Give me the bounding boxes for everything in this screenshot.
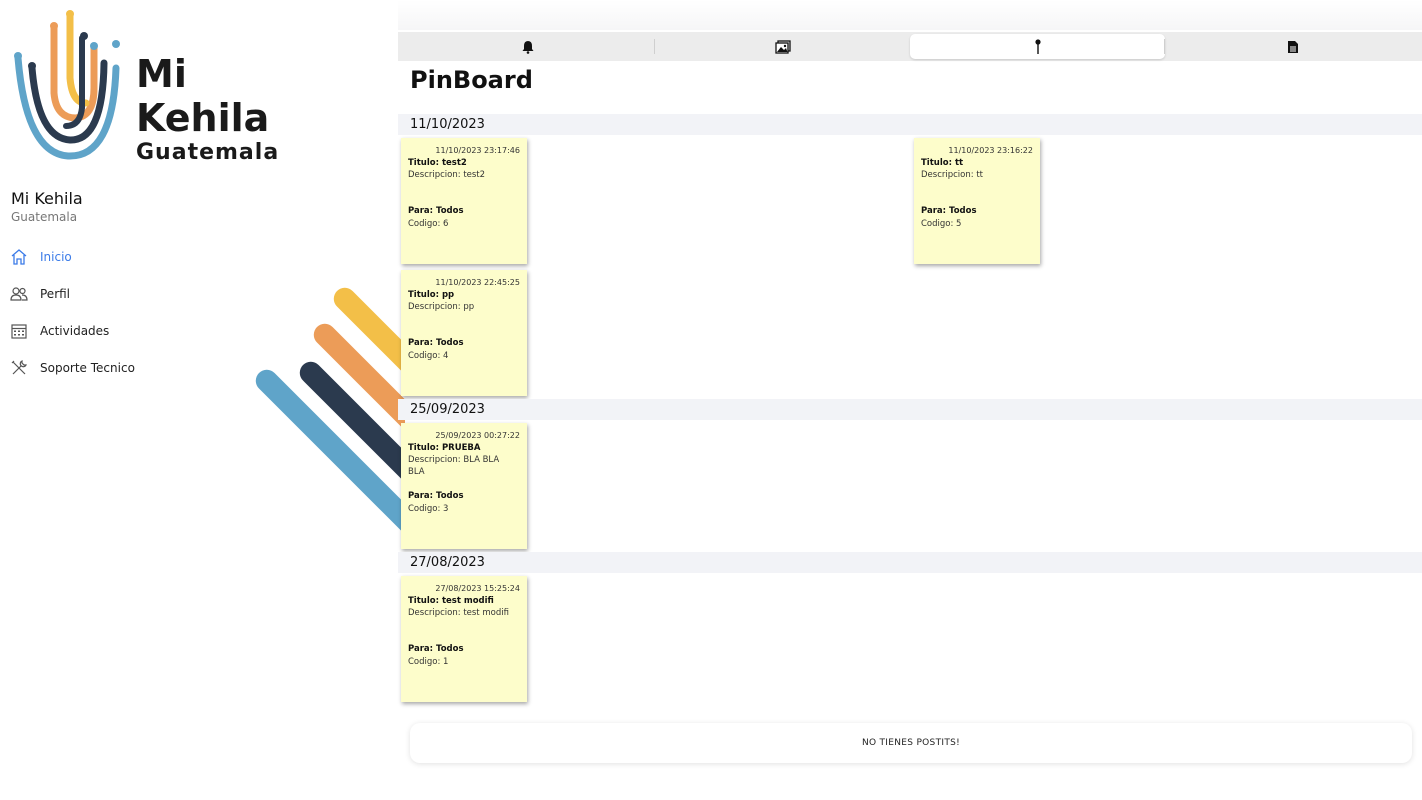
sidebar-item-inicio[interactable]: Inicio — [10, 238, 310, 275]
calendar-icon — [10, 322, 28, 340]
tab-gallery[interactable] — [655, 34, 910, 59]
postit-note[interactable]: 11/10/2023 23:16:22 Titulo: tt Descripci… — [914, 138, 1040, 264]
home-icon — [10, 248, 28, 266]
note-description: Descripcion: tt — [921, 170, 983, 180]
tab-documents[interactable] — [1165, 34, 1420, 59]
note-description: Descripcion: pp — [408, 302, 475, 312]
note-code: Codigo: 6 — [408, 219, 449, 229]
logo-text-kehila: Kehila — [136, 96, 270, 140]
postit-note[interactable]: 25/09/2023 00:27:22 Titulo: PRUEBA Descr… — [401, 423, 527, 549]
note-description: Descripcion: test2 — [408, 170, 486, 180]
bell-icon — [522, 40, 533, 54]
note-timestamp: 11/10/2023 23:17:46 — [435, 146, 520, 155]
sidebar: Mi Kehila Guatemala Mi Kehila Guatemala … — [0, 0, 405, 800]
top-bar — [398, 0, 1422, 30]
note-code: Codigo: 3 — [408, 504, 449, 514]
pin-icon — [1034, 38, 1041, 54]
tab-notifications[interactable] — [400, 34, 655, 59]
sidebar-item-label: Actividades — [40, 323, 110, 338]
tab-pinboard[interactable] — [910, 34, 1165, 59]
logo-text-guatemala: Guatemala — [136, 140, 280, 165]
sidebar-item-label: Inicio — [40, 249, 72, 264]
note-recipient: Para: Todos — [921, 206, 977, 216]
note-timestamp: 27/08/2023 15:25:24 — [435, 584, 520, 593]
note-description: Descripcion: BLA BLA BLA — [408, 455, 500, 477]
note-code: Codigo: 5 — [921, 219, 962, 229]
postit-note[interactable]: 11/10/2023 23:17:46 Titulo: test2 Descri… — [401, 138, 527, 264]
note-timestamp: 11/10/2023 23:16:22 — [948, 146, 1033, 155]
empty-postits-message: NO TIENES POSTITS! — [410, 723, 1412, 763]
note-timestamp: 25/09/2023 00:27:22 — [435, 431, 520, 440]
decorative-stripes — [245, 280, 405, 540]
segmented-tabs — [398, 32, 1422, 61]
sidebar-item-label: Perfil — [40, 286, 71, 301]
users-icon — [10, 285, 28, 303]
note-recipient: Para: Todos — [408, 491, 464, 501]
document-icon — [1287, 40, 1298, 53]
note-title: Titulo: PRUEBA — [408, 443, 481, 453]
section-date-header: 27/08/2023 — [398, 552, 1422, 573]
note-title: Titulo: test2 — [408, 158, 467, 168]
note-description: Descripcion: test modifi — [408, 608, 509, 618]
sidebar-item-label: Soporte Tecnico — [40, 360, 135, 375]
user-subtitle: Guatemala — [11, 210, 78, 224]
image-icon — [774, 39, 791, 54]
note-recipient: Para: Todos — [408, 338, 464, 348]
section-date-header: 11/10/2023 — [398, 114, 1422, 135]
note-recipient: Para: Todos — [408, 206, 464, 216]
section-date-header: 25/09/2023 — [398, 399, 1422, 420]
user-name: Mi Kehila — [11, 189, 83, 208]
note-recipient: Para: Todos — [408, 644, 464, 654]
tools-icon — [10, 359, 28, 377]
note-title: Titulo: tt — [921, 158, 964, 168]
hands-logo-icon — [14, 10, 120, 160]
postit-note[interactable]: 11/10/2023 22:45:25 Titulo: pp Descripci… — [401, 270, 527, 396]
page-title: PinBoard — [410, 66, 533, 94]
note-code: Codigo: 1 — [408, 657, 449, 667]
logo-text-mi: Mi — [136, 52, 187, 96]
postit-note[interactable]: 27/08/2023 15:25:24 Titulo: test modifi … — [401, 576, 527, 702]
note-title: Titulo: pp — [408, 290, 455, 300]
mi-kehila-logo: Mi Kehila Guatemala — [8, 8, 298, 168]
note-timestamp: 11/10/2023 22:45:25 — [435, 278, 520, 287]
note-code: Codigo: 4 — [408, 351, 449, 361]
note-title: Titulo: test modifi — [408, 596, 494, 606]
